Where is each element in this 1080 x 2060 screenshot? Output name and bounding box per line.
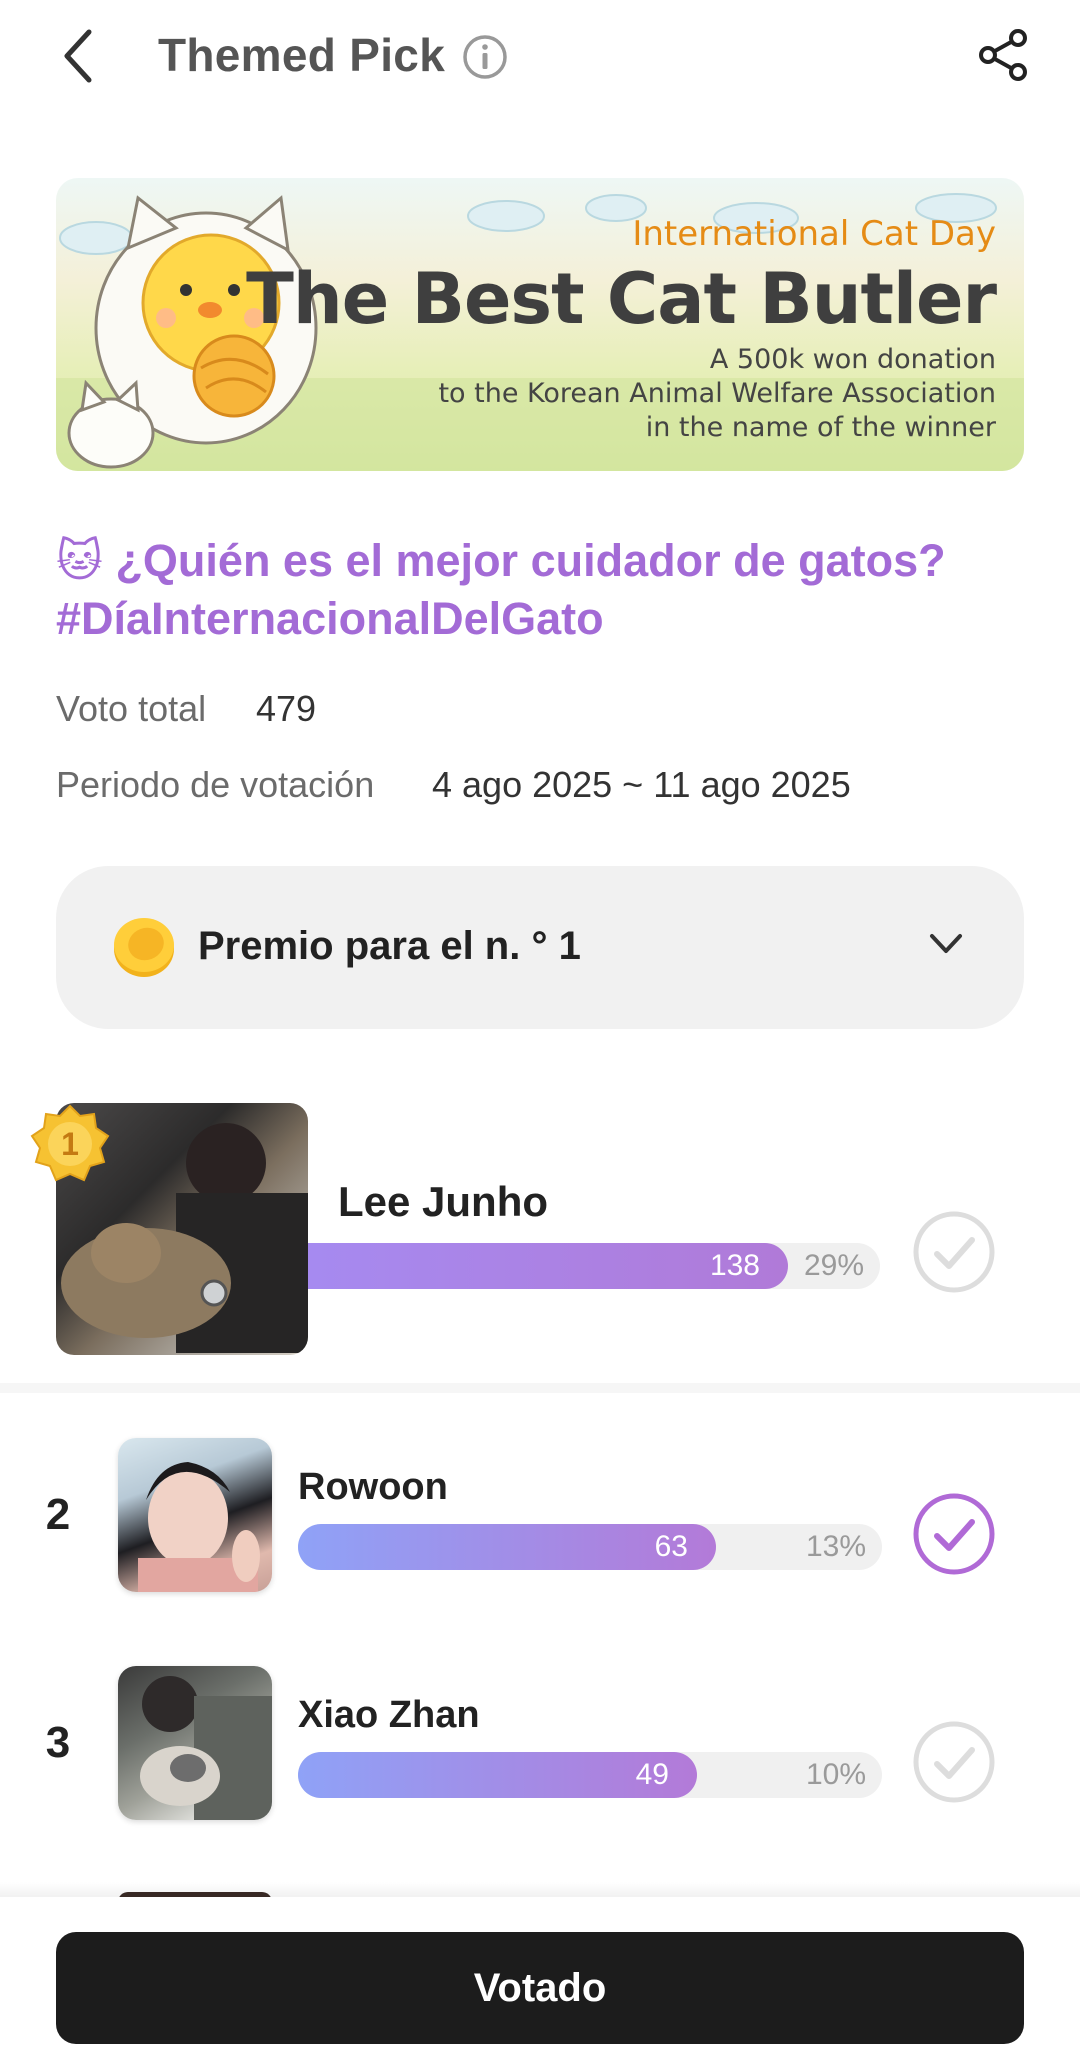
check-icon	[934, 1237, 975, 1269]
vote-count: 138	[709, 1249, 760, 1282]
vote-percent: 10%	[805, 1758, 866, 1791]
candidate-photo-rowoon[interactable]	[118, 1438, 272, 1592]
vote-bar-track: 138 29%	[308, 1243, 880, 1289]
share-button[interactable]	[972, 20, 1036, 90]
vote-check-button[interactable]	[912, 1720, 996, 1804]
banner-line-1: A 500k won donation	[709, 344, 996, 375]
banner-line-3: in the name of the winner	[645, 412, 996, 443]
total-votes-value: 479	[256, 688, 317, 729]
banner-subtitle: International Cat Day	[632, 214, 996, 254]
vote-bar-fill: 49	[298, 1752, 697, 1798]
chevron-down-icon	[930, 934, 962, 953]
vote-percent: 13%	[805, 1530, 866, 1563]
vote-count: 49	[635, 1758, 669, 1791]
poll-title: 🐱 ¿Quién es el mejor cuidador de gatos? …	[56, 532, 1026, 648]
candidate-name: Lee Junho	[338, 1178, 549, 1225]
vote-count: 63	[654, 1530, 688, 1563]
event-banner[interactable]: International Cat Day The Best Cat Butle…	[56, 178, 1024, 471]
rank-number: 3	[45, 1718, 71, 1767]
candidate-photo-xiao-zhan[interactable]	[118, 1666, 272, 1820]
chevron-left-icon	[64, 29, 92, 83]
prize-label: Premio para el n. ° 1	[198, 924, 581, 968]
check-icon	[934, 1747, 975, 1779]
section-divider	[0, 1383, 1080, 1393]
vote-bar-track: 63 13%	[298, 1524, 882, 1570]
coin-icon	[114, 918, 174, 977]
gold-medal-rank-1-icon: 1	[30, 1104, 110, 1182]
candidate-photo-image	[140, 1676, 272, 1820]
voted-button[interactable]: Votado	[56, 1932, 1024, 2044]
candidate-photo-image	[138, 1462, 260, 1592]
info-button[interactable]	[462, 34, 508, 80]
banner-title: The Best Cat Butler	[246, 258, 997, 340]
candidate-name: Rowoon	[298, 1466, 448, 1508]
prize-dropdown[interactable]: Premio para el n. ° 1	[56, 866, 1024, 1029]
check-icon	[934, 1519, 975, 1551]
back-button[interactable]	[44, 20, 114, 92]
share-icon	[979, 29, 1027, 81]
vote-bar-fill: 63	[298, 1524, 716, 1570]
medal-rank-number: 1	[61, 1126, 79, 1162]
total-votes-label: Voto total	[56, 688, 207, 729]
rank-number: 2	[45, 1490, 71, 1539]
cat-face-icon: 🐱	[56, 535, 103, 586]
vote-check-button[interactable]	[912, 1492, 996, 1576]
vote-percent: 29%	[803, 1249, 864, 1282]
candidate-name: Xiao Zhan	[298, 1694, 480, 1736]
bottom-bar-shadow	[0, 1882, 1080, 1898]
banner-line-2: to the Korean Animal Welfare Association	[438, 378, 996, 409]
vote-bar-fill: 138	[308, 1243, 788, 1289]
vote-check-button[interactable]	[912, 1210, 996, 1294]
voting-period-label: Periodo de votación	[56, 764, 375, 805]
poll-title-text: ¿Quién es el mejor cuidador de gatos? #D…	[56, 535, 946, 644]
page-title: Themed Pick	[158, 29, 446, 81]
voting-period-value: 4 ago 2025 ~ 11 ago 2025	[432, 764, 851, 805]
vote-bar-track: 49 10%	[298, 1752, 882, 1798]
info-icon	[463, 35, 507, 79]
